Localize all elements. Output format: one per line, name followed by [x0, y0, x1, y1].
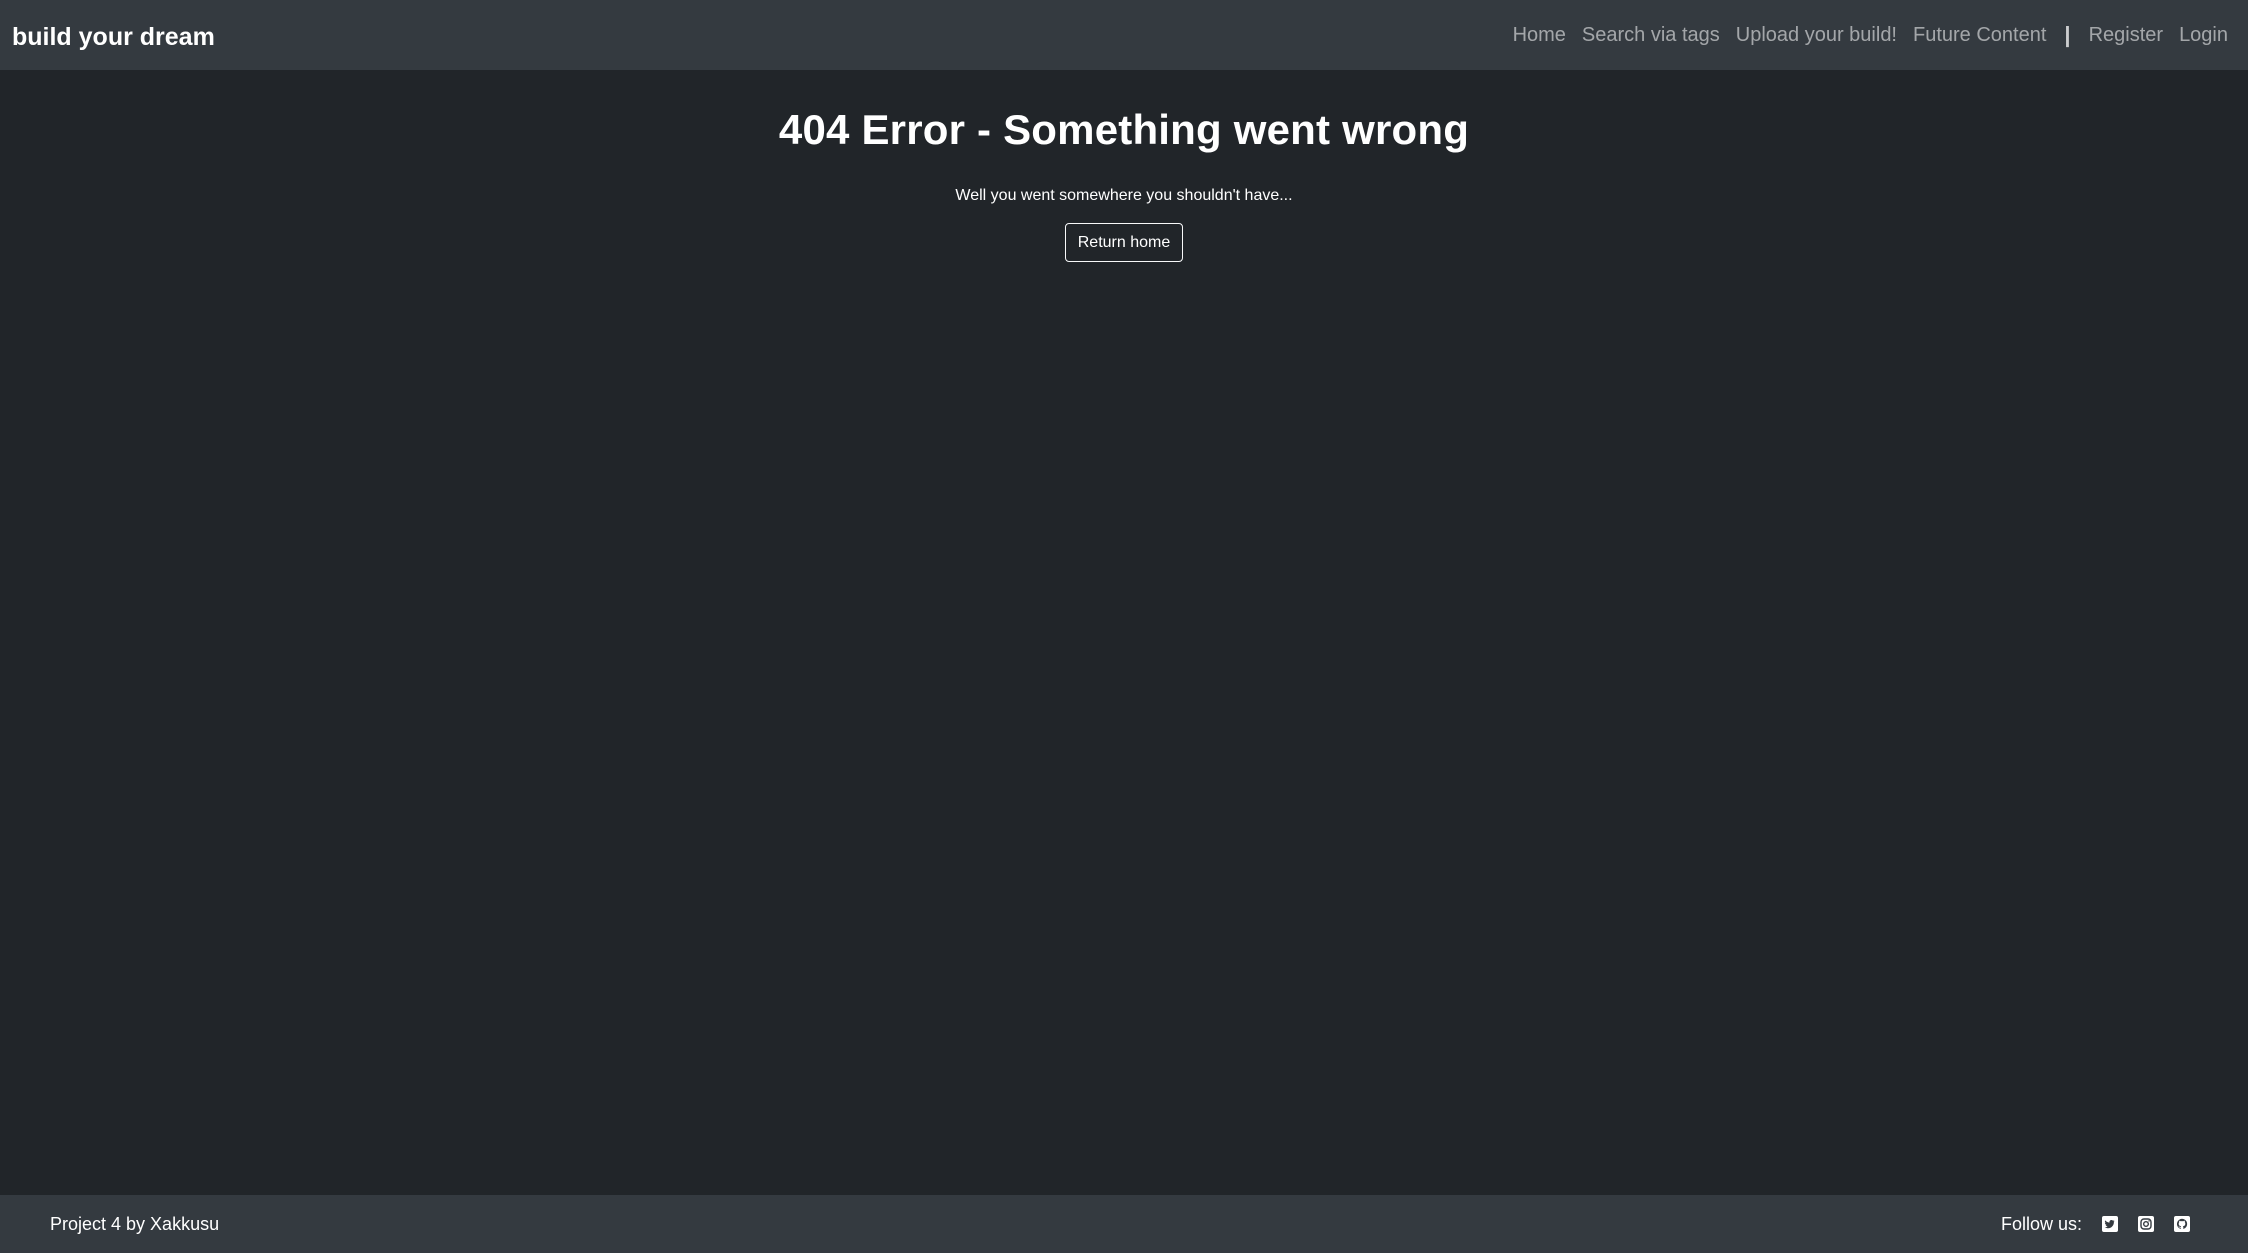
nav-link-search-tags[interactable]: Search via tags [1582, 24, 1720, 47]
github-icon[interactable] [2164, 1209, 2200, 1239]
nav-link-register[interactable]: Register [2089, 24, 2163, 47]
main-content: 404 Error - Something went wrong Well yo… [0, 70, 2248, 1195]
page-subtitle: Well you went somewhere you shouldn't ha… [955, 187, 1293, 204]
footer-social: Follow us: [2001, 1209, 2200, 1239]
nav-links: Home Search via tags Upload your build! … [1497, 22, 2236, 48]
return-home-button[interactable]: Return home [1065, 223, 1183, 262]
nav-link-upload-build[interactable]: Upload your build! [1736, 24, 1897, 47]
page-title: 404 Error - Something went wrong [778, 106, 1470, 153]
nav-separator: | [2064, 22, 2071, 47]
page: build your dream Home Search via tags Up… [0, 0, 2248, 1253]
footer: Project 4 by Xakkusu Follow us: [0, 1195, 2248, 1253]
instagram-icon[interactable] [2128, 1209, 2164, 1239]
follow-label: Follow us: [2000, 1213, 2082, 1234]
footer-credit: Project 4 by Xakkusu [50, 1213, 220, 1234]
brand-logo[interactable]: build your dream [12, 19, 215, 52]
nav-link-login[interactable]: Login [2179, 24, 2228, 47]
twitter-icon[interactable] [2092, 1209, 2128, 1239]
nav-link-future-content[interactable]: Future Content [1913, 24, 2046, 47]
nav-link-home[interactable]: Home [1513, 24, 1566, 47]
navbar: build your dream Home Search via tags Up… [0, 0, 2248, 70]
